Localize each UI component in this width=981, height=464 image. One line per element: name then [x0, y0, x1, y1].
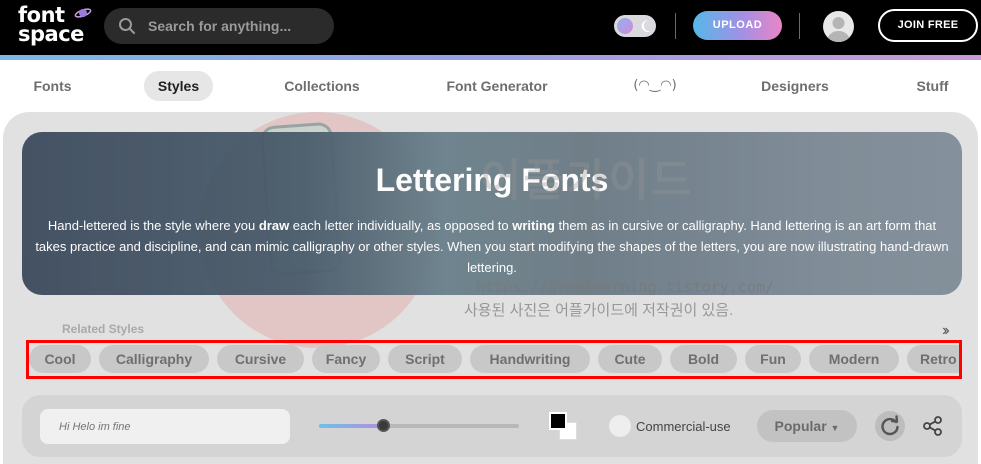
upload-button[interactable]: UPLOAD	[693, 11, 782, 40]
share-icon[interactable]	[922, 415, 944, 437]
color-picker[interactable]	[549, 412, 579, 442]
nav-styles[interactable]: Styles	[144, 71, 213, 101]
preview-text-input[interactable]	[40, 409, 290, 444]
theme-toggle[interactable]	[614, 15, 656, 37]
refresh-button[interactable]	[875, 411, 905, 441]
main-nav: Fonts Styles Collections Font Generator …	[0, 60, 981, 112]
fontspace-logo[interactable]: font space	[18, 5, 92, 48]
join-free-button[interactable]: JOIN FREE	[878, 9, 978, 42]
commercial-use-label: Commercial-use	[636, 419, 731, 434]
watermark-url: https://greatmorning.tistory.com/	[476, 278, 775, 296]
sort-dropdown[interactable]: Popular ▼	[757, 410, 857, 442]
desc-bold: writing	[512, 218, 555, 233]
caret-down-icon: ▼	[830, 423, 840, 433]
watermark-note: 사용된 사진은 어플가이드에 저작권이 있음.	[464, 302, 734, 319]
nav-stuff[interactable]: Stuff	[905, 71, 960, 101]
nav-collections[interactable]: Collections	[270, 71, 374, 101]
nav-emoticons[interactable]: (◠‿◠)	[624, 71, 686, 101]
watermark-title: 어플가이드	[481, 156, 694, 205]
slider-handle[interactable]	[377, 419, 390, 432]
search-icon	[119, 18, 135, 34]
avatar[interactable]	[823, 11, 854, 42]
nav-fonts[interactable]: Fonts	[20, 71, 85, 101]
planet-icon	[74, 8, 92, 18]
search-input[interactable]	[148, 16, 323, 36]
desc-bold: draw	[258, 218, 290, 233]
nav-designers[interactable]: Designers	[750, 71, 840, 101]
moon-icon	[641, 19, 651, 32]
refresh-icon	[881, 415, 899, 436]
header-divider	[799, 13, 800, 39]
slider-fill	[319, 424, 383, 428]
desc-text: Hand-lettered is the style where you	[47, 218, 259, 233]
desc-text: each letter individually, as opposed to	[289, 218, 513, 233]
commercial-use-checkbox[interactable]	[609, 415, 631, 437]
user-icon	[827, 17, 850, 42]
style-description: Hand-lettered is the style where you dra…	[34, 215, 950, 278]
search-box[interactable]	[104, 8, 334, 44]
style-page-content: Lettering Fonts Hand-lettered is the sty…	[3, 112, 978, 464]
highlight-box	[26, 340, 962, 379]
logo-line-2: space	[18, 22, 84, 46]
related-styles-label: Related Styles	[62, 322, 145, 336]
toggle-knob	[617, 18, 633, 34]
double-chevron-right-icon[interactable]: ››	[942, 322, 949, 340]
top-header: font space UPLOAD JOIN FREE	[0, 0, 981, 55]
preview-toolbar: Commercial-use Popular ▼	[22, 395, 962, 457]
sort-value: Popular	[774, 418, 827, 434]
nav-font-generator[interactable]: Font Generator	[431, 71, 563, 101]
foreground-color-swatch[interactable]	[549, 412, 567, 430]
font-size-slider[interactable]	[319, 419, 519, 432]
header-divider	[675, 13, 676, 39]
